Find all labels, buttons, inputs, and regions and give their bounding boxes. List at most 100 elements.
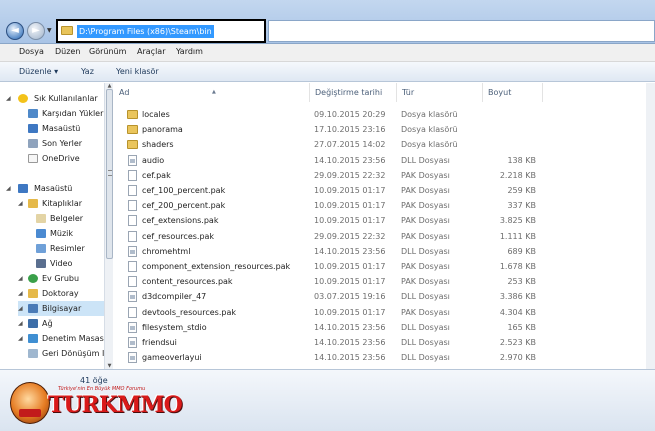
file-size: 337 KB — [507, 201, 536, 211]
column-header-type[interactable]: Tür — [397, 83, 483, 102]
file-date: 14.10.2015 23:56 — [314, 338, 386, 347]
file-type: PAK Dosyası — [401, 262, 450, 271]
menu-help[interactable]: Yardım — [176, 47, 203, 56]
menu-file[interactable]: Dosya — [19, 47, 44, 56]
file-row[interactable]: d3dcompiler_47 03.07.2015 19:16 DLL Dosyas… — [114, 289, 655, 304]
folder-icon — [127, 125, 138, 135]
pak-file-icon — [128, 230, 137, 242]
nav-favorites[interactable]: ◢ Sık Kullanılanlar — [6, 91, 104, 106]
file-name: shaders — [142, 140, 174, 150]
expand-icon[interactable]: ◢ — [18, 331, 23, 346]
homegroup-icon — [28, 274, 38, 283]
file-name: filesystem_stdio — [142, 322, 207, 332]
nav-recycle-bin[interactable]: Geri Dönüşüm I — [28, 346, 104, 361]
file-row[interactable]: cef_resources.pak 29.09.2015 22:32 PAK Dos… — [114, 229, 655, 244]
nav-recent-places[interactable]: Son Yerler — [28, 136, 104, 151]
file-row[interactable]: cef.pak 29.09.2015 22:32 PAK Dosyası 2.218 … — [114, 168, 655, 183]
back-button[interactable]: ◄ — [6, 22, 24, 40]
file-type: PAK Dosyası — [401, 201, 450, 211]
file-type: PAK Dosyası — [401, 277, 450, 287]
scrollbar-thumb[interactable] — [106, 89, 113, 259]
libraries-icon — [28, 199, 38, 208]
file-row[interactable]: gameoverlayui 14.10.2015 23:56 DLL Dosyası… — [114, 350, 655, 365]
nav-homegroup[interactable]: ◢ Ev Grubu — [18, 271, 104, 286]
grip-icon — [108, 170, 112, 176]
column-header-date[interactable]: Değiştirme tarihi — [310, 83, 397, 102]
file-name: cef_resources.pak — [142, 231, 215, 241]
column-header-name[interactable]: Ad ▲ — [114, 83, 310, 102]
nav-pictures[interactable]: Resimler — [36, 241, 104, 256]
nav-desktop[interactable]: ◢ Masaüstü — [6, 181, 104, 196]
file-row[interactable]: cef_extensions.pak 10.09.2015 01:17 PAK Do… — [114, 213, 655, 228]
file-row[interactable]: component_extension_resources.pak 10.09.2… — [114, 259, 655, 274]
star-icon — [18, 94, 28, 103]
file-row[interactable]: devtools_resources.pak 10.09.2015 01:17 PA… — [114, 305, 655, 320]
nav-desktop-fav[interactable]: Masaüstü — [28, 121, 104, 136]
file-row[interactable]: cef_200_percent.pak 10.09.2015 01:17 PAK D… — [114, 198, 655, 213]
forward-button[interactable]: ► — [27, 22, 45, 40]
nav-control-panel[interactable]: ◢ Denetim Masas — [18, 331, 104, 346]
file-row[interactable]: content_resources.pak 10.09.2015 01:17 PAK… — [114, 274, 655, 289]
navigation-scrollbar[interactable]: ▲ ▼ — [104, 83, 113, 369]
nav-onedrive[interactable]: OneDrive — [28, 151, 104, 166]
file-date: 27.07.2015 14:02 — [314, 140, 386, 150]
file-date: 10.09.2015 01:17 — [314, 307, 386, 317]
file-row[interactable]: cef_100_percent.pak 10.09.2015 01:17 PAK D… — [114, 183, 655, 198]
expand-icon[interactable]: ◢ — [18, 301, 23, 316]
menu-view[interactable]: Görünüm — [89, 47, 126, 56]
address-bar[interactable]: D:\Program Files (x86)\Steam\bin — [61, 25, 261, 38]
file-row[interactable]: audio 14.10.2015 23:56 DLL Dosyası 138 KB — [114, 153, 655, 168]
nav-network[interactable]: ◢ Ağ — [18, 316, 104, 331]
file-row[interactable]: shaders 27.07.2015 14:02 Dosya klasörü — [114, 137, 655, 152]
menu-edit[interactable]: Düzen — [55, 47, 80, 56]
file-size: 1.111 KB — [499, 231, 536, 241]
expand-icon[interactable]: ◢ — [6, 181, 11, 196]
address-input[interactable]: D:\Program Files (x86)\Steam\bin — [77, 25, 214, 38]
pak-file-icon — [128, 169, 137, 181]
file-row[interactable]: friendsui 14.10.2015 23:56 DLL Dosyası 2.52… — [114, 335, 655, 350]
expand-icon[interactable]: ◢ — [18, 316, 23, 331]
expand-icon[interactable]: ◢ — [6, 91, 11, 106]
file-size: 2.970 KB — [499, 353, 536, 363]
network-icon — [28, 319, 38, 328]
nav-computer[interactable]: ◢ Bilgisayar — [18, 301, 104, 316]
nav-video[interactable]: Video — [36, 256, 104, 271]
file-list-scrollbar[interactable] — [646, 83, 655, 369]
print-button[interactable]: Yaz — [81, 67, 94, 76]
nav-user-folder[interactable]: ◢ Doktoray — [18, 286, 104, 301]
file-name: cef_extensions.pak — [142, 216, 219, 226]
dll-file-icon — [128, 321, 137, 333]
column-header-size[interactable]: Boyut — [483, 83, 543, 102]
file-row[interactable]: panorama 17.10.2015 23:16 Dosya klasörü — [114, 122, 655, 137]
file-name: d3dcompiler_47 — [142, 292, 207, 302]
file-size: 2.218 KB — [499, 170, 536, 180]
pak-file-icon — [128, 215, 137, 227]
nav-music[interactable]: Müzik — [36, 226, 104, 241]
file-row[interactable]: filesystem_stdio 14.10.2015 23:56 DLL Dosy… — [114, 320, 655, 335]
nav-documents[interactable]: Belgeler — [36, 211, 104, 226]
file-type: DLL Dosyası — [401, 292, 450, 302]
recycle-bin-icon — [28, 349, 38, 358]
address-bar-highlight: D:\Program Files (x86)\Steam\bin — [56, 19, 266, 43]
expand-icon[interactable]: ◢ — [18, 286, 23, 301]
nav-downloads[interactable]: Karşıdan Yükler — [28, 106, 104, 121]
file-row[interactable]: locales 09.10.2015 20:29 Dosya klasörü — [114, 107, 655, 122]
file-name: audio — [142, 155, 165, 165]
file-name: cef_200_percent.pak — [142, 201, 226, 211]
expand-icon[interactable]: ◢ — [18, 271, 23, 286]
menu-tools[interactable]: Araçlar — [137, 47, 165, 56]
expand-icon[interactable]: ◢ — [18, 196, 23, 211]
file-date: 17.10.2015 23:16 — [314, 125, 386, 135]
recent-pages-dropdown[interactable]: ▼ — [47, 27, 52, 34]
new-folder-button[interactable]: Yeni klasör — [116, 67, 159, 76]
search-box[interactable] — [268, 20, 655, 42]
file-date: 10.09.2015 01:17 — [314, 201, 386, 211]
file-row[interactable]: chromehtml 14.10.2015 23:56 DLL Dosyası 689… — [114, 244, 655, 259]
organize-button[interactable]: Düzenle ▾ — [19, 67, 58, 76]
desktop-icon — [28, 124, 38, 133]
pak-file-icon — [128, 185, 137, 196]
nav-libraries[interactable]: ◢ Kitaplıklar — [18, 196, 104, 211]
turkmmo-logo: Türkiye'nin En Büyük MMO Forumu TURKMMO — [10, 378, 183, 426]
command-bar: Düzenle ▾ Yaz Yeni klasör — [0, 62, 655, 82]
file-size: 3.825 KB — [499, 216, 536, 226]
